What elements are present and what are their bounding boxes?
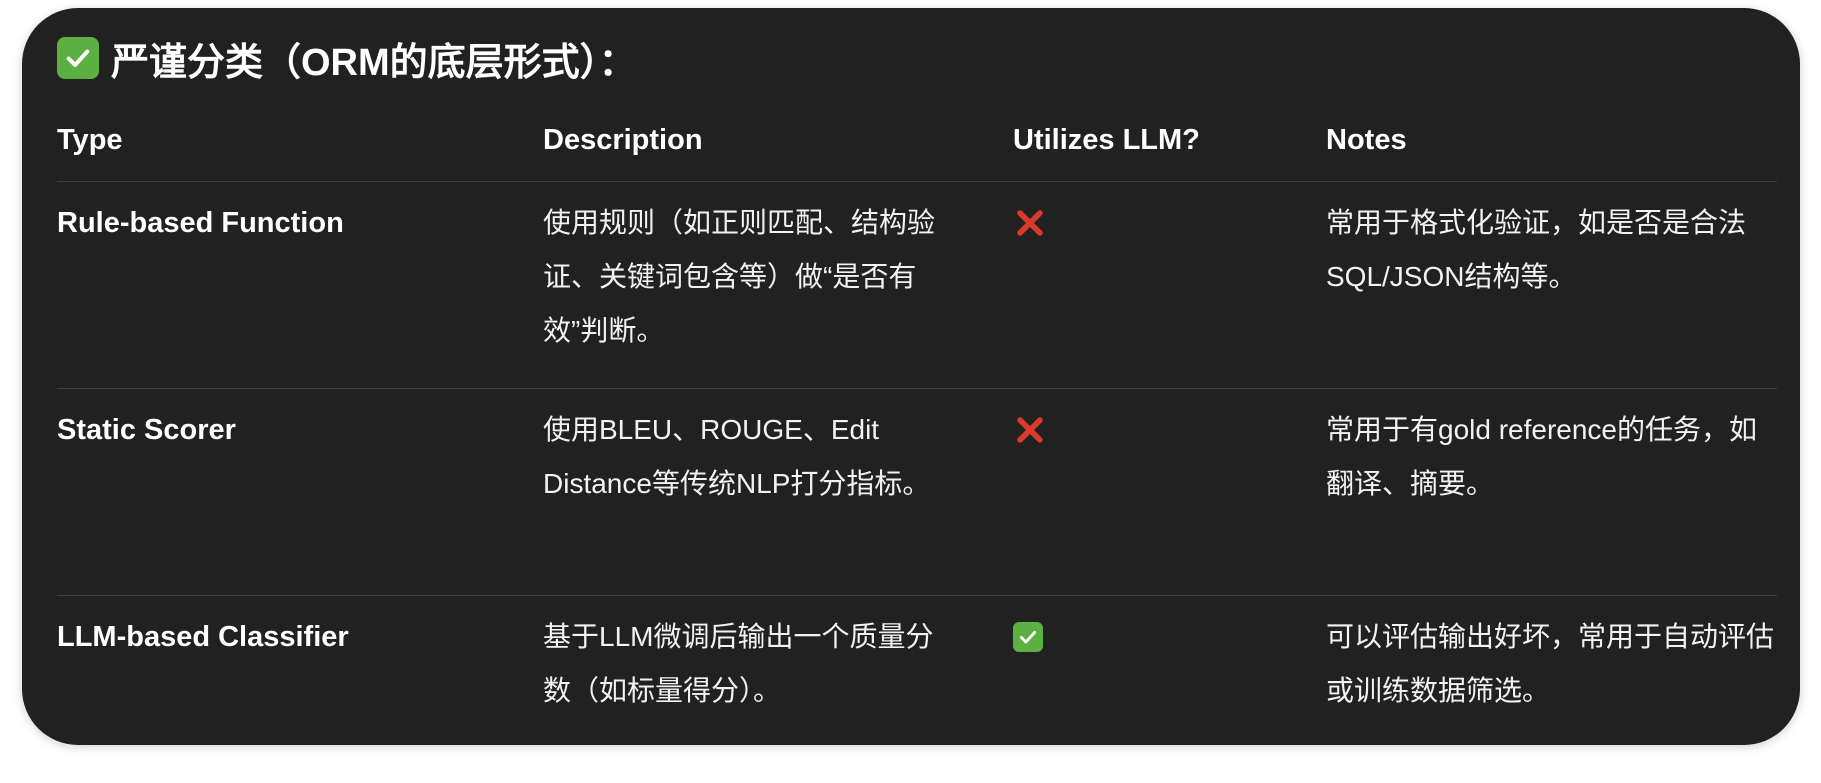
column-header-description: Description xyxy=(543,124,703,156)
content-card: 严谨分类（ORM的底层形式）： Type Description Utilize… xyxy=(22,8,1800,745)
type-cell: LLM-based Classifier xyxy=(57,621,349,653)
utilizes-llm-cell xyxy=(1013,389,1326,465)
utilizes-llm-cell xyxy=(1013,596,1326,665)
table-row: Static Scorer 使用BLEU、ROUGE、Edit Distance… xyxy=(57,389,1777,596)
comparison-table: Type Description Utilizes LLM? Notes Rul… xyxy=(57,103,1777,745)
section-heading: 严谨分类（ORM的底层形式）： xyxy=(57,28,637,88)
table-header-row: Type Description Utilizes LLM? Notes xyxy=(57,103,1777,182)
description-cell: 基于LLM微调后输出一个质量分数（如标量得分）。 xyxy=(543,621,934,706)
column-header-type: Type xyxy=(57,124,123,156)
utilizes-llm-cell xyxy=(1013,182,1326,258)
description-cell: 使用BLEU、ROUGE、Edit Distance等传统NLP打分指标。 xyxy=(543,414,931,499)
description-cell: 使用规则（如正则匹配、结构验证、关键词包含等）做“是否有效”判断。 xyxy=(543,207,936,346)
table-row: Rule-based Function 使用规则（如正则匹配、结构验证、关键词包… xyxy=(57,182,1777,389)
column-header-notes: Notes xyxy=(1326,124,1407,156)
notes-cell: 常用于有gold reference的任务，如翻译、摘要。 xyxy=(1326,414,1758,499)
check-mark-button-icon xyxy=(57,37,99,79)
section-title: 严谨分类（ORM的底层形式）： xyxy=(111,41,637,84)
type-cell: Rule-based Function xyxy=(57,207,344,239)
notes-cell: 常用于格式化验证，如是否是合法SQL/JSON结构等。 xyxy=(1326,207,1747,292)
table-row: LLM-based Classifier 基于LLM微调后输出一个质量分数（如标… xyxy=(57,596,1777,745)
type-cell: Static Scorer xyxy=(57,414,236,446)
check-mark-button-icon xyxy=(1013,622,1043,652)
column-header-utilizes-llm: Utilizes LLM? xyxy=(1013,124,1200,156)
notes-cell: 可以评估输出好坏，常用于自动评估或训练数据筛选。 xyxy=(1326,621,1775,706)
cross-mark-icon xyxy=(1013,403,1047,457)
cross-mark-icon xyxy=(1013,196,1047,250)
